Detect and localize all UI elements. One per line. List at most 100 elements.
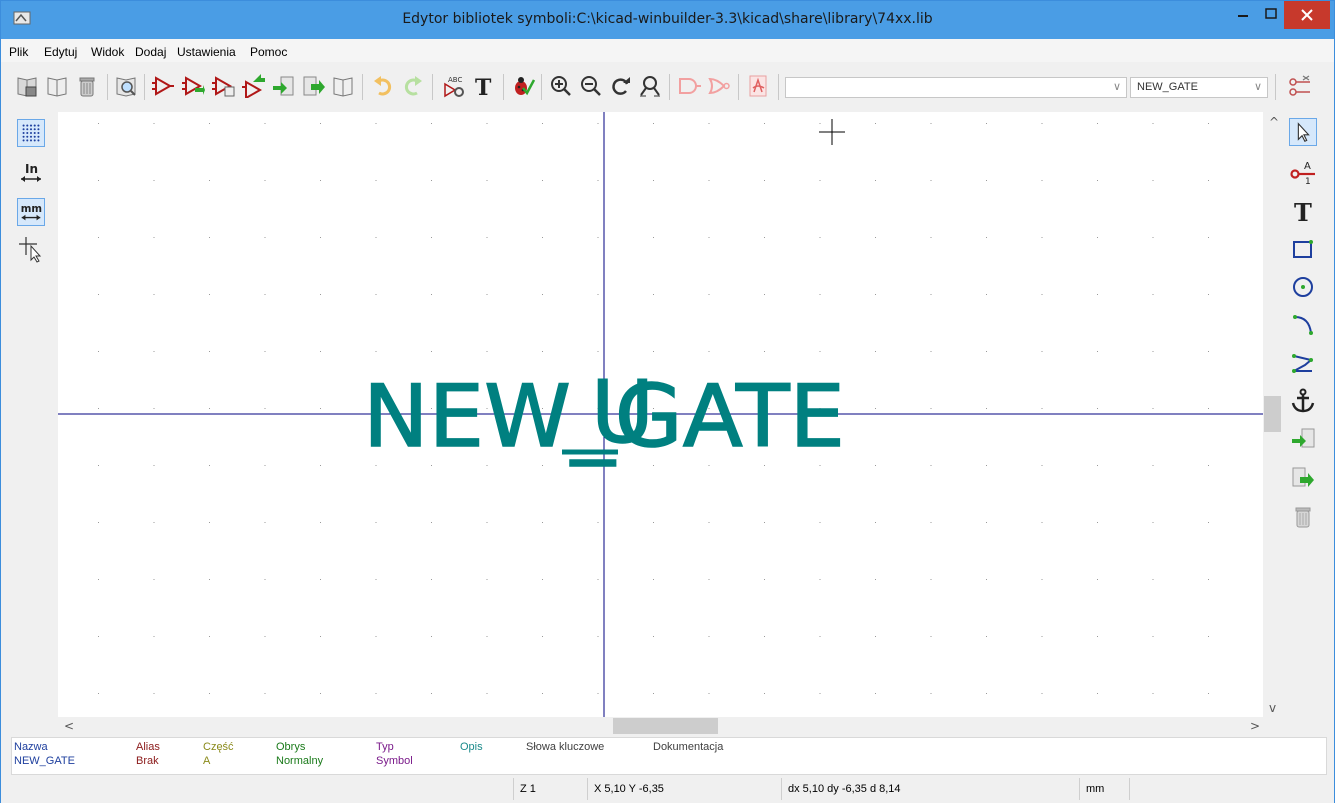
documentation-icon[interactable]: [331, 74, 355, 98]
toolbar-separator: [107, 74, 108, 100]
new-library-icon[interactable]: [45, 74, 69, 98]
part-select-combo[interactable]: ∨: [785, 77, 1127, 98]
add-polyline-icon[interactable]: [1289, 349, 1317, 377]
save-symbol-icon[interactable]: [211, 74, 235, 98]
zoom-out-icon[interactable]: [579, 74, 603, 98]
svg-text:T: T: [1294, 198, 1312, 225]
load-symbol-icon[interactable]: [181, 74, 205, 98]
info-column-documentation: Dokumentacja: [653, 740, 723, 754]
import-symbol-icon[interactable]: [241, 74, 265, 98]
info-column-name: Nazwa NEW_GATE: [14, 740, 75, 768]
menu-ustawienia[interactable]: Ustawienia: [177, 45, 236, 59]
vertical-scrollbar[interactable]: ^ v: [1263, 112, 1283, 717]
status-delta: dx 5,10 dy -6,35 d 8,14: [781, 778, 1077, 800]
add-rectangle-icon[interactable]: [1289, 235, 1317, 263]
browse-symbols-icon[interactable]: [114, 74, 138, 98]
add-text-icon[interactable]: T: [1289, 197, 1317, 225]
text-icon[interactable]: T: [472, 74, 496, 98]
main-toolbar: ABC T ∨ NEW_GATE ∨: [1, 62, 1334, 110]
scrollbar-corner: [1263, 717, 1283, 735]
canvas-svg: U NEW_GATE: [58, 112, 1263, 717]
info-label: Słowa kluczowe: [526, 741, 605, 753]
vertical-scroll-thumb[interactable]: [1264, 396, 1281, 432]
info-label: Nazwa: [14, 741, 48, 753]
close-button[interactable]: [1284, 1, 1330, 29]
info-label: Obrys: [276, 741, 306, 753]
import-graphics-icon[interactable]: [1289, 425, 1317, 453]
menu-plik[interactable]: Plik: [9, 45, 28, 59]
add-arc-icon[interactable]: [1289, 311, 1317, 339]
horizontal-scrollbar[interactable]: < >: [58, 717, 1263, 735]
menu-widok[interactable]: Widok: [91, 45, 124, 59]
add-pin-icon[interactable]: A 1: [1289, 157, 1317, 185]
status-coordinates: X 5,10 Y -6,35: [587, 778, 779, 800]
redraw-icon[interactable]: [609, 74, 633, 98]
menu-bar: Plik Edytuj Widok Dodaj Ustawienia Pomoc: [1, 39, 1334, 62]
status-bar: Z 1 X 5,10 Y -6,35 dx 5,10 dy -6,35 d 8,…: [1, 776, 1334, 803]
demorgan-body-icon[interactable]: [707, 74, 731, 98]
horizontal-scroll-thumb[interactable]: [613, 718, 718, 734]
window-title: Edytor bibliotek symboli:C:\kicad-winbui…: [402, 11, 933, 27]
add-circle-icon[interactable]: [1289, 273, 1317, 301]
save-library-icon[interactable]: [15, 74, 39, 98]
toolbar-separator: [1275, 74, 1276, 100]
title-bar: Edytor bibliotek symboli:C:\kicad-winbui…: [1, 1, 1334, 39]
maximize-button[interactable]: [1258, 1, 1284, 29]
info-label: Alias: [136, 741, 160, 753]
chevron-down-icon: ∨: [1253, 81, 1262, 93]
info-value: Symbol: [376, 755, 413, 767]
svg-text:T: T: [475, 75, 492, 98]
right-toolbar: A 1 T: [1285, 115, 1323, 735]
status-zoom: Z 1: [513, 778, 585, 800]
info-column-description: Opis: [460, 740, 483, 754]
chevron-down-icon: ∨: [1112, 81, 1121, 93]
pdf-icon[interactable]: [746, 74, 770, 98]
alias-select-combo[interactable]: NEW_GATE ∨: [1130, 77, 1268, 98]
erc-icon[interactable]: [511, 74, 535, 98]
copy-symbol-icon[interactable]: [301, 74, 325, 98]
normal-body-icon[interactable]: [677, 74, 701, 98]
pin-table-icon[interactable]: [1288, 74, 1312, 98]
status-units: mm: [1079, 778, 1127, 800]
menu-pomoc[interactable]: Pomoc: [250, 45, 287, 59]
info-column-body: Obrys Normalny: [276, 740, 323, 768]
info-value: Normalny: [276, 755, 324, 767]
drawing-canvas[interactable]: U NEW_GATE: [58, 112, 1263, 717]
value-field[interactable]: NEW_GATE: [362, 366, 846, 468]
info-value: NEW_GATE: [14, 755, 75, 767]
delete-item-icon[interactable]: [1289, 503, 1317, 531]
scroll-left-arrow[interactable]: <: [64, 719, 74, 733]
new-symbol-icon[interactable]: [151, 74, 175, 98]
menu-edytuj[interactable]: Edytuj: [44, 45, 77, 59]
full-crosshair-icon[interactable]: [17, 235, 45, 263]
toolbar-separator: [541, 74, 542, 100]
symbol-info-panel: Nazwa NEW_GATE Alias Brak Część A Obrys …: [11, 737, 1327, 775]
scroll-right-arrow[interactable]: >: [1250, 719, 1260, 733]
menu-dodaj[interactable]: Dodaj: [135, 45, 166, 59]
undo-icon[interactable]: [371, 74, 395, 98]
toolbar-separator: [144, 74, 145, 100]
export-symbol-icon[interactable]: [271, 74, 295, 98]
info-label: Część: [203, 741, 234, 753]
info-value: A: [203, 755, 211, 767]
minimize-button[interactable]: [1228, 1, 1258, 29]
grid-toggle-icon[interactable]: [17, 119, 45, 147]
anchor-icon[interactable]: [1289, 387, 1317, 415]
zoom-in-icon[interactable]: [549, 74, 573, 98]
symbol-properties-icon[interactable]: ABC: [442, 74, 466, 98]
scroll-down-arrow[interactable]: v: [1269, 701, 1276, 715]
scroll-up-arrow[interactable]: ^: [1269, 115, 1279, 129]
inch-units-label: In: [25, 162, 38, 176]
inch-units-icon[interactable]: In: [17, 159, 45, 187]
redo-icon[interactable]: [401, 74, 425, 98]
svg-text:A: A: [1304, 161, 1311, 172]
delete-library-icon[interactable]: [75, 74, 99, 98]
status-empty-field: [1129, 778, 1329, 800]
info-label: Typ: [376, 741, 394, 753]
info-column-type: Typ Symbol: [376, 740, 413, 768]
mm-units-icon[interactable]: mm: [17, 198, 45, 226]
export-graphics-icon[interactable]: [1289, 464, 1317, 492]
zoom-fit-icon[interactable]: [638, 74, 662, 98]
toolbar-separator: [432, 74, 433, 100]
select-pointer-icon[interactable]: [1289, 118, 1317, 146]
